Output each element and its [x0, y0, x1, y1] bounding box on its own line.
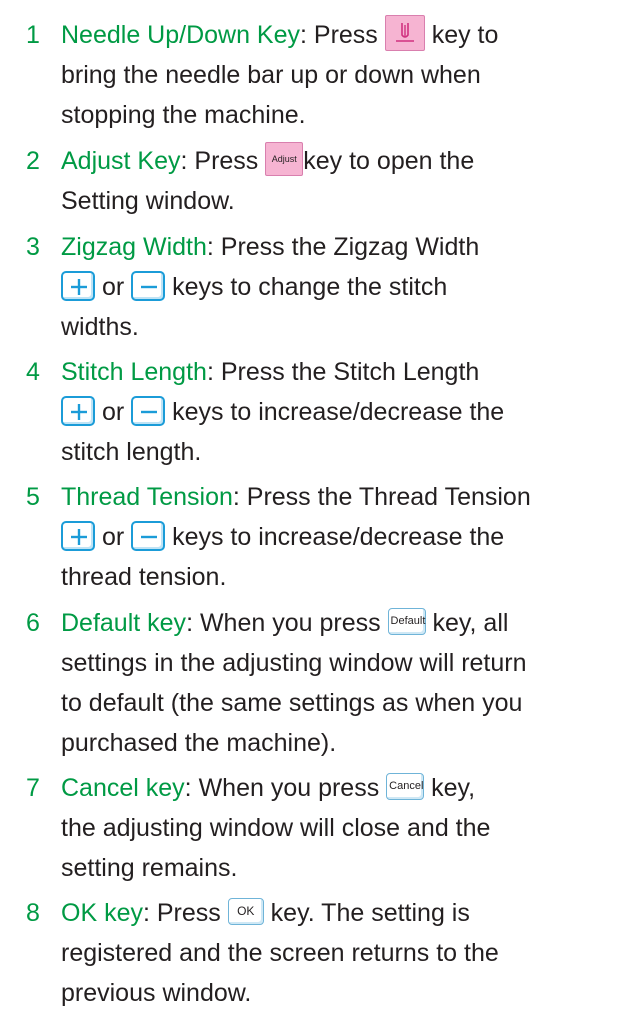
item-line: Adjust Key: Press Adjust key to open the [61, 141, 636, 181]
stitch-length-minus-key[interactable] [131, 396, 166, 427]
item-number: 4 [26, 358, 40, 386]
plus-icon [71, 529, 87, 546]
item-body: Thread Tension: Press the Thread Tension… [61, 477, 636, 597]
plus-icon [71, 279, 87, 296]
item-line: thread tension. [61, 563, 227, 591]
item-number: 5 [26, 483, 40, 511]
item-line: stopping the machine. [61, 101, 306, 129]
item-text: key, all [425, 609, 509, 637]
item-text: key, [424, 774, 476, 802]
item-line: to default (the same settings as when yo… [61, 689, 523, 717]
adjust-key[interactable]: Adjust [265, 142, 304, 177]
item-term: Default key [61, 609, 187, 637]
item-text: : Press [300, 21, 385, 49]
item-line: Stitch Length: Press the Stitch Length [61, 352, 636, 392]
item-body: Default key: When you press Default key,… [61, 603, 636, 763]
item-term: OK key [61, 899, 143, 927]
item-number: 3 [26, 233, 40, 261]
item-line: stitch length. [61, 438, 202, 466]
item-text: : Press the Thread Tension [232, 483, 531, 511]
item-line: the adjusting window will close and the [61, 814, 491, 842]
item-line: setting remains. [61, 854, 238, 882]
stitch-length-plus-key[interactable] [61, 396, 95, 427]
item-text: or [95, 273, 132, 301]
item-text: key to [424, 21, 499, 49]
item-line: previous window. [61, 979, 252, 1007]
item-line: purchased the machine). [61, 729, 337, 757]
item-body: OK key: Press OK key. The setting is reg… [61, 893, 636, 1013]
item-text: : Press [180, 147, 266, 175]
item-text: keys to increase/decrease the [165, 523, 505, 551]
minus-icon [141, 411, 158, 414]
item-term: Cancel key [61, 774, 185, 802]
item-line: Default key: When you press Default key,… [61, 603, 636, 643]
item-number: 2 [26, 147, 40, 175]
item-number: 8 [26, 899, 40, 927]
item-text: or [95, 398, 132, 426]
thread-tension-minus-key[interactable] [131, 521, 166, 552]
item-text: : Press the Stitch Length [206, 358, 480, 386]
item-term: Stitch Length [61, 358, 207, 386]
instruction-page: 1 Needle Up/Down Key: Press key to bring… [0, 0, 638, 1022]
zigzag-width-plus-key[interactable] [61, 271, 95, 302]
item-line: or keys to change the stitch [61, 267, 636, 307]
item-body: Zigzag Width: Press the Zigzag Width or … [61, 227, 636, 347]
item-text: keys to change the stitch [165, 273, 448, 301]
item-line: OK key: Press OK key. The setting is [61, 893, 636, 933]
item-term: Needle Up/Down Key [61, 21, 301, 49]
item-line: Zigzag Width: Press the Zigzag Width [61, 227, 636, 267]
needle-up-down-key[interactable] [384, 15, 425, 52]
item-body: Stitch Length: Press the Stitch Length o… [61, 352, 636, 472]
item-text: key to open the [303, 147, 475, 175]
item-body: Adjust Key: Press Adjust key to open the … [61, 141, 636, 221]
item-text: : Press [142, 899, 228, 927]
default-key[interactable]: Default [387, 607, 426, 635]
needle-icon [395, 23, 414, 43]
item-text: key. The setting is [263, 899, 470, 927]
item-line: settings in the adjusting window will re… [61, 649, 527, 677]
plus-icon [71, 404, 87, 421]
item-line: registered and the screen returns to the [61, 939, 499, 967]
item-number: 1 [26, 21, 40, 49]
item-line: Thread Tension: Press the Thread Tension [61, 477, 636, 517]
item-term: Adjust Key [61, 147, 181, 175]
thread-tension-plus-key[interactable] [61, 521, 95, 552]
item-line: widths. [61, 313, 139, 341]
minus-icon [141, 286, 158, 289]
item-number: 6 [26, 609, 40, 637]
item-line: or keys to increase/decrease the [61, 392, 636, 432]
item-body: Needle Up/Down Key: Press key to bring t… [61, 15, 636, 135]
item-body: Cancel key: When you press Cancel key, t… [61, 768, 636, 888]
item-text: keys to increase/decrease the [165, 398, 505, 426]
item-line: Setting window. [61, 187, 235, 215]
item-line: or keys to increase/decrease the [61, 517, 636, 557]
zigzag-width-minus-key[interactable] [131, 271, 166, 302]
item-term: Thread Tension [61, 483, 233, 511]
item-line: Cancel key: When you press Cancel key, [61, 768, 636, 808]
item-term: Zigzag Width [61, 233, 207, 261]
ok-key[interactable]: OK [227, 897, 264, 925]
item-number: 7 [26, 774, 40, 802]
minus-icon [141, 536, 158, 539]
item-text: : When you press [184, 774, 387, 802]
cancel-key[interactable]: Cancel [386, 772, 425, 800]
item-text: : Press the Zigzag Width [206, 233, 480, 261]
item-line: Needle Up/Down Key: Press key to [61, 15, 636, 55]
item-text: : When you press [186, 609, 388, 637]
item-line: bring the needle bar up or down when [61, 61, 481, 89]
item-text: or [95, 523, 132, 551]
